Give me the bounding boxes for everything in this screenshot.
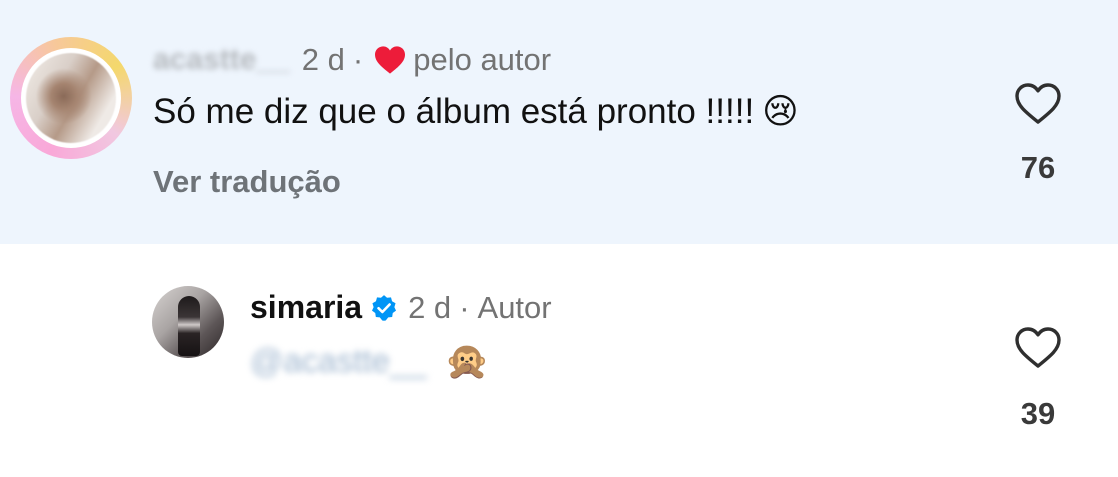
avatar [26,53,116,143]
avatar[interactable] [152,286,224,358]
verified-badge-icon [372,294,397,321]
mention-link[interactable]: @acastte__ [250,342,427,380]
like-count: 39 [1020,396,1056,431]
username-blurred[interactable]: acastte__ [153,43,290,77]
comment-highlighted: acastte__ 2 d · pelo autor Só me diz que… [0,0,1118,244]
see-translation-button[interactable]: Ver tradução [153,164,341,200]
timestamp: 2 d [301,42,345,77]
comment-reply [0,244,1118,477]
red-heart-icon [375,46,406,74]
comment-meta: acastte__ 2 d · pelo autor [153,42,551,78]
heart-outline-icon[interactable] [1014,82,1062,126]
separator: · [459,289,470,325]
username[interactable]: simaria [250,289,362,326]
liked-by-author-label: pelo autor [413,42,552,77]
separator: · [352,42,364,77]
timestamp: 2 d [408,289,452,325]
avatar-figure [178,296,200,356]
comment-meta: simaria 2 d · Autor [250,289,552,326]
avatar-story-ring[interactable] [10,37,132,159]
comment-body: Só me diz que o álbum está pronto !!!!! [153,92,755,131]
heart-outline-icon[interactable] [1014,326,1062,370]
comment-text: Só me diz que o álbum está pronto !!!!! … [153,92,799,132]
speak-no-evil-monkey-emoji: 🙊 [444,340,490,381]
like-count: 76 [1020,150,1056,185]
comment-text: @acastte__ 🙊 [250,340,489,382]
crying-face-emoji: 😢 [762,92,799,131]
author-label: Autor [477,289,552,325]
